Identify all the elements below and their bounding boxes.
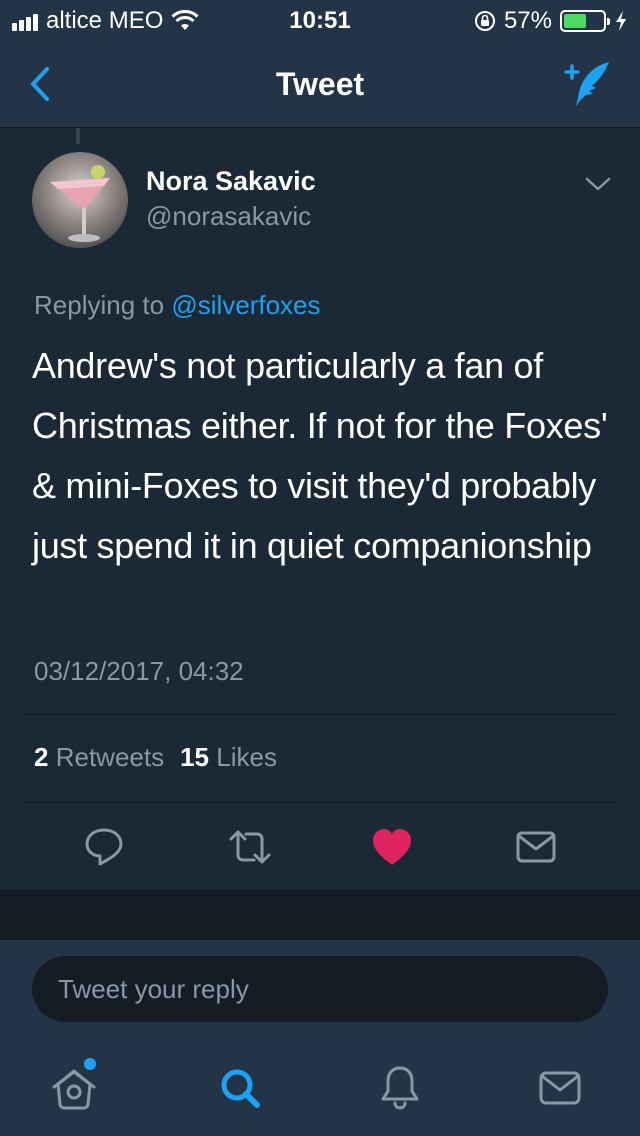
retweets-label: Retweets [55,742,165,772]
replying-to: Replying to @silverfoxes [34,290,321,321]
tab-messages[interactable] [532,1060,588,1116]
chevron-down-icon[interactable] [584,174,612,194]
avatar[interactable] [32,152,128,248]
reply-input[interactable] [32,956,608,1022]
likes-stat[interactable]: 15 Likes [180,742,277,773]
replying-to-prefix: Replying to [34,290,172,320]
search-icon [221,1069,260,1108]
reply-icon[interactable] [82,825,126,869]
tweet-detail-screen: altice MEO 10:51 57% Tweet Nora Sakavic … [0,0,640,1136]
tab-home[interactable] [46,1058,102,1116]
thread-connector [76,128,80,144]
retweets-stat[interactable]: 2 Retweets [34,742,164,773]
battery-level [564,14,586,28]
battery-icon [560,10,610,32]
author-handle[interactable]: @norasakavic [146,201,311,232]
messages-icon [539,1071,581,1105]
tweet-text: Andrew's not particularly a fan of Chris… [32,345,608,566]
battery-percent: 57% [503,7,552,34]
status-bar: altice MEO 10:51 57% [0,0,640,40]
tweet-timestamp: 03/12/2017, 04:32 [34,656,244,686]
like-icon[interactable] [370,825,414,869]
direct-message-icon[interactable] [514,825,558,869]
tweet-actions [0,815,640,877]
likes-count: 15 [180,742,210,772]
charging-bolt-icon [616,11,626,31]
tab-search[interactable] [212,1060,268,1116]
reply-composer-bar [0,940,640,1136]
tab-bar [0,1050,640,1136]
compose-tweet-icon[interactable] [562,58,614,108]
retweet-icon[interactable] [228,825,272,869]
likes-label: Likes [216,742,277,772]
divider [24,802,616,803]
replying-to-mention[interactable]: @silverfoxes [171,290,320,320]
tab-notifications[interactable] [372,1060,428,1116]
tweet-stats: 2 Retweets 15 Likes [34,742,277,773]
section-separator [0,890,640,940]
status-right: 57% [474,7,628,35]
rotation-lock-icon [474,11,495,31]
navigation-bar: Tweet [0,40,640,128]
divider [24,714,616,715]
page-title: Tweet [275,66,365,102]
retweets-count: 2 [34,742,49,772]
notifications-icon [381,1066,419,1110]
notification-dot [84,1058,96,1070]
cocktail-avatar-image [50,165,110,242]
author-name[interactable]: Nora Sakavic [146,166,316,197]
